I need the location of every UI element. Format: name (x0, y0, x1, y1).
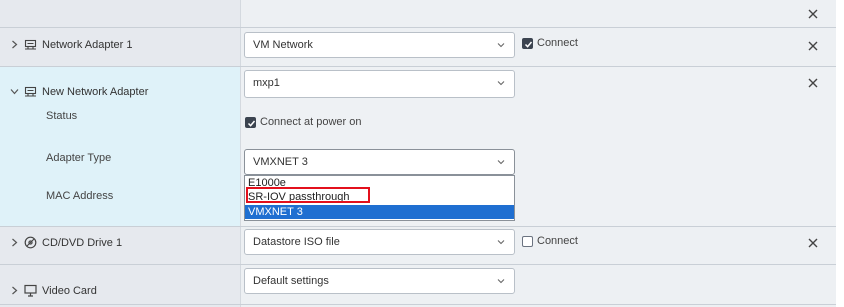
connect-label: Connect (537, 37, 578, 49)
connect-label: Connect (537, 235, 578, 247)
network-select[interactable]: mxp1 (244, 70, 515, 98)
cd-source-select[interactable]: Datastore ISO file (244, 229, 515, 255)
close-icon[interactable] (808, 78, 818, 88)
device-label: Video Card (42, 284, 97, 297)
mac-address-label: MAC Address (46, 190, 114, 202)
video-card-select[interactable]: Default settings (244, 268, 515, 294)
video-card-value: Default settings (253, 275, 329, 287)
connect-at-power-on-checkbox[interactable]: Connect at power on (245, 116, 362, 128)
close-icon[interactable] (808, 41, 818, 51)
device-row-cd-dvd-drive-1[interactable]: CD/DVD Drive 1 (10, 236, 122, 249)
monitor-icon (24, 284, 37, 297)
chevron-down-icon (497, 240, 505, 245)
checkbox-unchecked[interactable] (522, 235, 533, 247)
dropdown-option-vmxnet-3[interactable]: VMXNET 3 (245, 205, 514, 219)
row-divider (0, 27, 836, 28)
chevron-right-icon[interactable] (10, 238, 19, 247)
connect-at-power-on-label: Connect at power on (260, 116, 362, 128)
chevron-down-icon (497, 160, 505, 165)
vm-hardware-panel: Network Adapter 1 VM Network Connect New… (0, 0, 836, 307)
device-label: Network Adapter 1 (42, 38, 133, 51)
network-select-value: mxp1 (253, 77, 280, 89)
network-select-value: VM Network (253, 39, 313, 51)
checkbox-checked[interactable] (245, 116, 256, 128)
device-label: New Network Adapter (42, 85, 149, 98)
chevron-right-icon[interactable] (10, 286, 19, 295)
close-icon[interactable] (808, 9, 818, 19)
device-label: CD/DVD Drive 1 (42, 236, 123, 249)
device-row-network-adapter-1[interactable]: Network Adapter 1 (10, 38, 133, 51)
connect-checkbox[interactable]: Connect (522, 37, 578, 49)
chevron-down-icon (497, 81, 505, 86)
network-adapter-icon (24, 86, 37, 97)
row-divider (0, 226, 836, 227)
column-divider (240, 0, 241, 307)
chevron-down-icon (497, 43, 505, 48)
device-row-video-card[interactable]: Video Card (10, 284, 97, 297)
chevron-down-icon[interactable] (10, 87, 19, 96)
close-icon[interactable] (808, 238, 818, 248)
adapter-type-label: Adapter Type (46, 152, 112, 164)
highlight-annotation-box (246, 187, 370, 203)
chevron-right-icon[interactable] (10, 40, 19, 49)
cd-dvd-icon (24, 236, 37, 249)
checkbox-checked[interactable] (522, 37, 533, 49)
adapter-type-value: VMXNET 3 (253, 156, 308, 168)
row-divider (0, 264, 836, 265)
status-label: Status (46, 110, 78, 122)
cd-source-value: Datastore ISO file (253, 236, 340, 248)
network-select[interactable]: VM Network (244, 32, 515, 58)
chevron-down-icon (497, 279, 505, 284)
connect-checkbox[interactable]: Connect (522, 235, 578, 247)
network-adapter-icon (24, 39, 37, 50)
row-divider (0, 66, 836, 67)
row-divider (0, 304, 836, 305)
adapter-type-select[interactable]: VMXNET 3 (244, 149, 515, 175)
device-row-new-network-adapter[interactable]: New Network Adapter (10, 85, 148, 98)
